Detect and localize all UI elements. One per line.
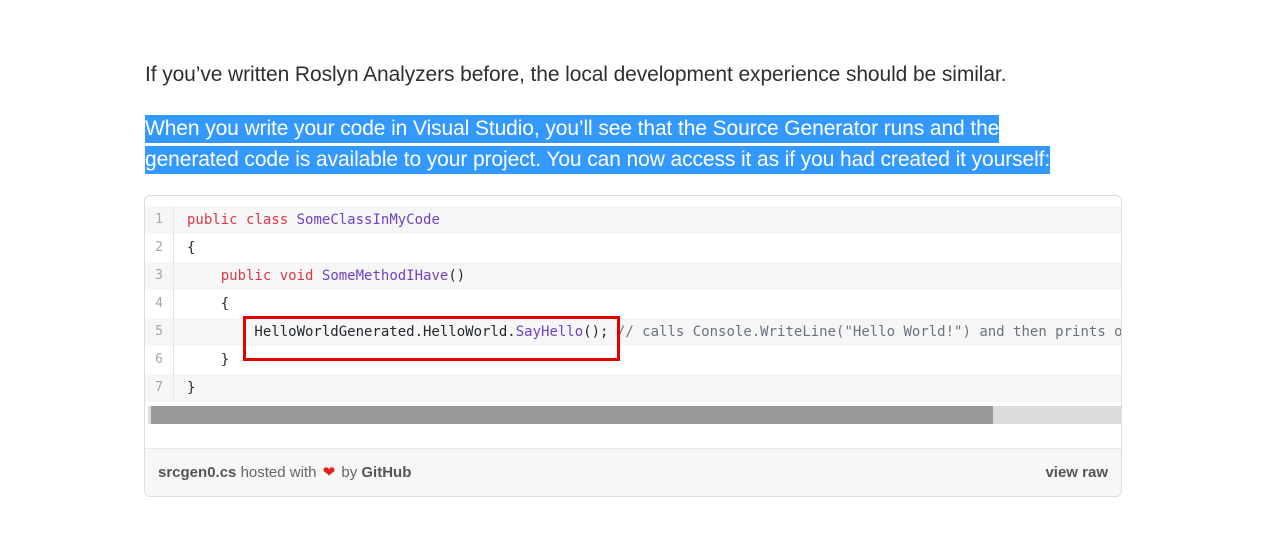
selected-text-line-1: When you write your code in Visual Studi…: [145, 115, 999, 143]
line-number[interactable]: 1: [145, 206, 174, 234]
code-token: public: [187, 212, 238, 228]
gist-filename-link[interactable]: srcgen0.cs: [158, 464, 236, 481]
code-token: (): [448, 268, 466, 284]
line-number[interactable]: 6: [145, 346, 174, 374]
heart-icon: ❤: [322, 464, 336, 481]
selected-text-line-2: generated code is available to your proj…: [145, 146, 1050, 174]
code-text: }: [187, 346, 229, 374]
code-text: public class SomeClassInMyCode: [187, 206, 440, 234]
github-link[interactable]: GitHub: [361, 464, 411, 481]
paragraph-selected: When you write your code in Visual Studi…: [145, 113, 1050, 175]
code-token: {: [187, 240, 196, 256]
hosted-text: hosted with: [240, 464, 317, 481]
code-text: public void SomeMethodIHave(): [187, 262, 465, 290]
code-token: SomeMethodIHave: [321, 268, 449, 284]
line-number[interactable]: 4: [145, 290, 174, 318]
code-token: {: [187, 296, 230, 312]
code-gist: 1 public class SomeClassInMyCode 2{3 publi…: [144, 195, 1122, 497]
code-token: }: [187, 380, 196, 396]
code-token: // calls Console.WriteLine("Hello World!…: [616, 324, 1121, 340]
line-number[interactable]: 2: [145, 234, 174, 262]
code-text: {: [187, 234, 195, 262]
line-number[interactable]: 3: [145, 262, 174, 290]
code-token: SomeClassInMyCode: [296, 212, 440, 228]
line-number[interactable]: 5: [145, 318, 174, 346]
highlight-box-annotation: [243, 316, 620, 361]
code-line: 1 public class SomeClassInMyCode: [145, 206, 1121, 234]
scrollbar-thumb[interactable]: [151, 406, 993, 424]
gist-footer: srcgen0.cs hosted with ❤ by GitHub view …: [145, 448, 1121, 496]
by-text: by: [341, 464, 358, 481]
code-line: 7}: [145, 374, 1121, 402]
code-token: class: [246, 212, 289, 228]
code-area[interactable]: 1 public class SomeClassInMyCode 2{3 publi…: [145, 206, 1121, 402]
code-token: void: [279, 268, 314, 284]
code-line: 2{: [145, 234, 1121, 262]
code-token: }: [187, 352, 230, 368]
gist-attribution: srcgen0.cs hosted with ❤ by GitHub: [158, 449, 411, 496]
code-line: 3 public void SomeMethodIHave(): [145, 262, 1121, 290]
code-line: 4 {: [145, 290, 1121, 318]
horizontal-scrollbar[interactable]: [148, 406, 1121, 424]
line-number[interactable]: 7: [145, 374, 174, 402]
code-text: {: [187, 290, 229, 318]
code-token: public: [220, 268, 272, 284]
paragraph-intro: If you’ve written Roslyn Analyzers befor…: [145, 63, 1007, 86]
code-text: }: [187, 374, 195, 402]
view-raw-link[interactable]: view raw: [1045, 449, 1108, 496]
